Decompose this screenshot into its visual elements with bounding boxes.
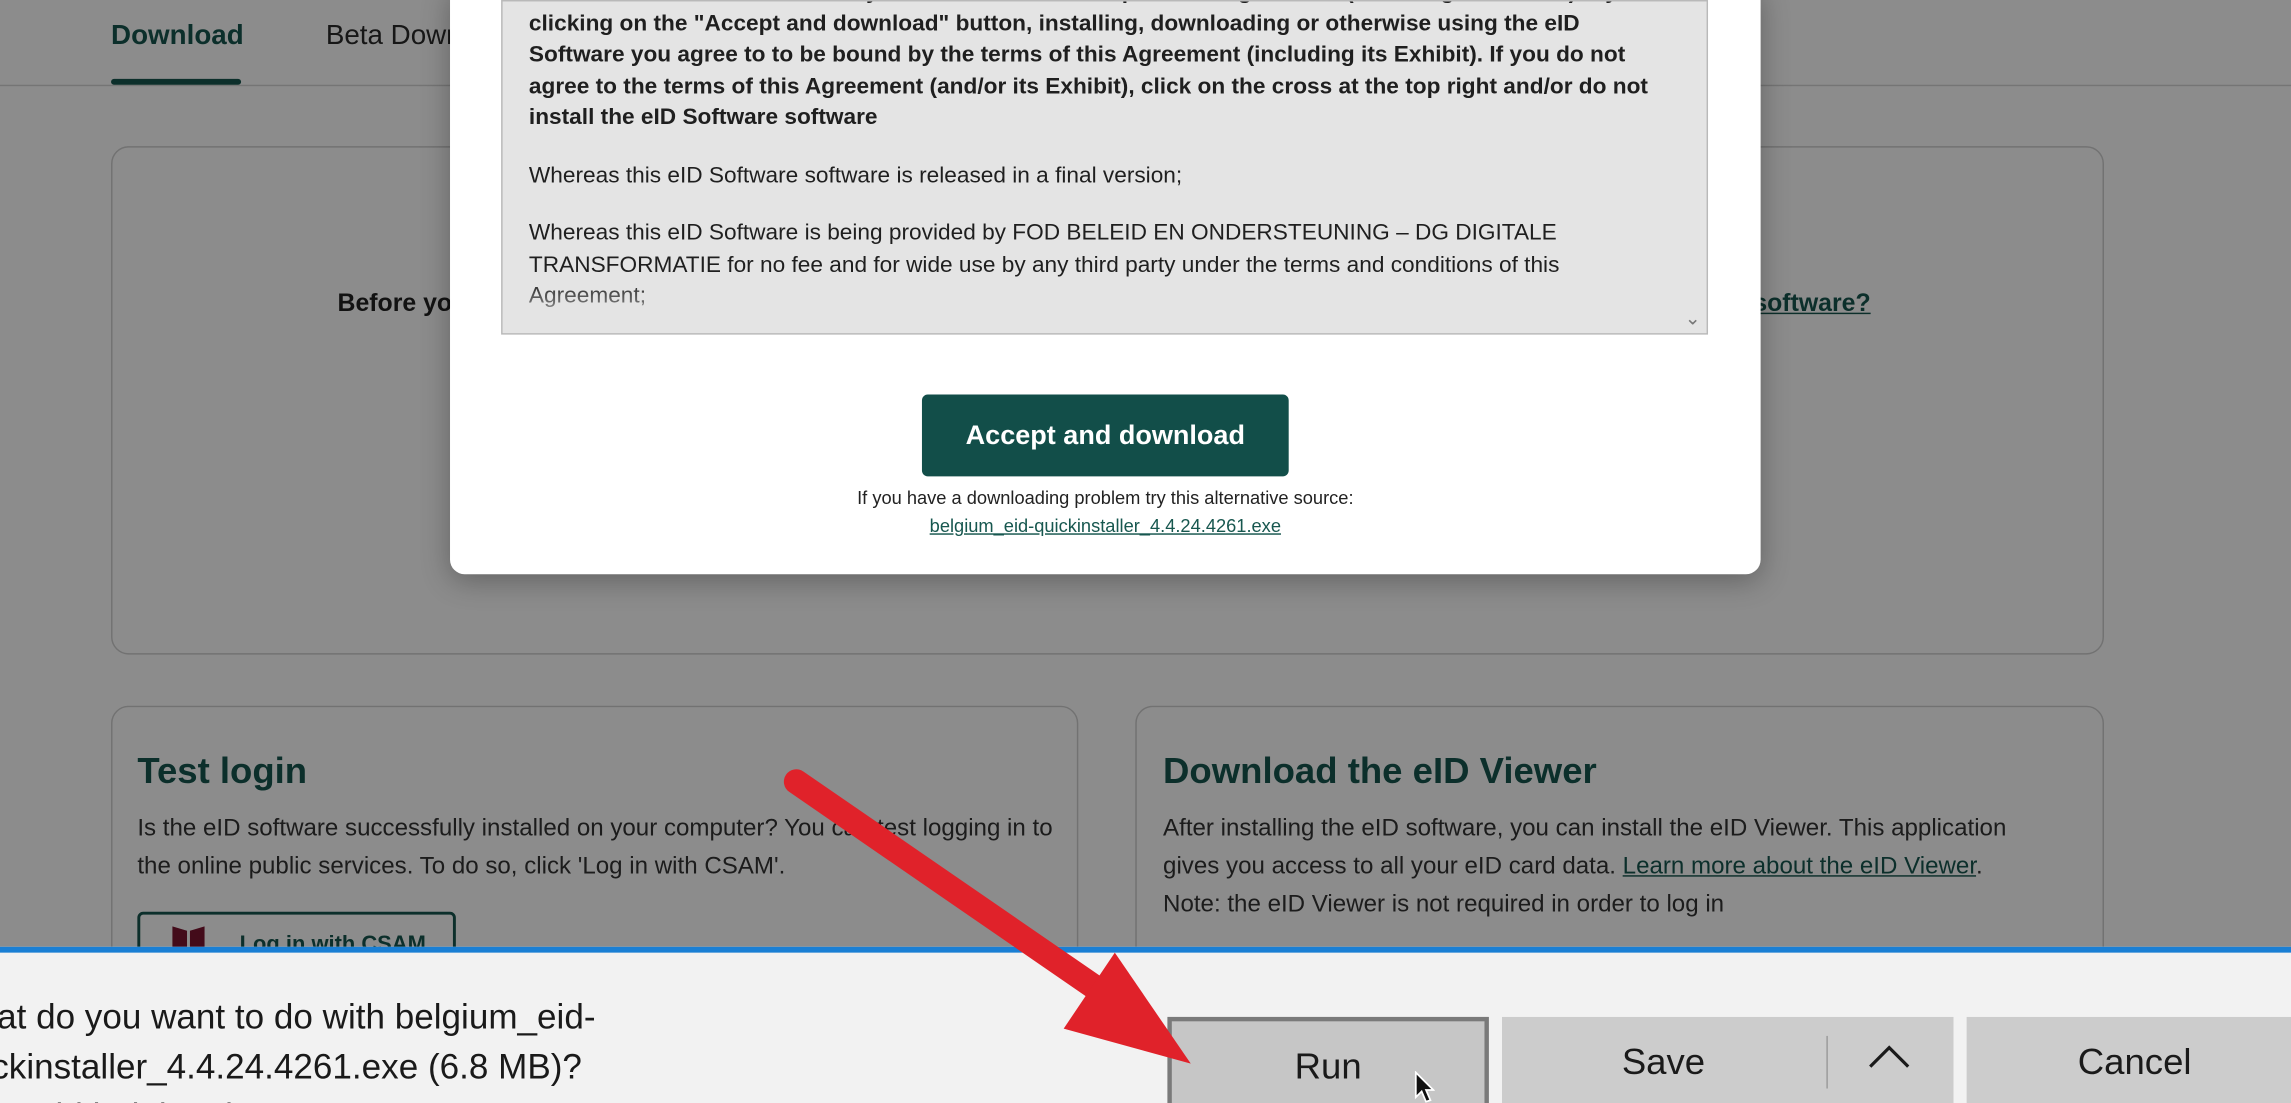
- accept-and-download-button[interactable]: Accept and download: [921, 394, 1289, 477]
- license-fade: [502, 280, 1707, 334]
- license-agreement-scrollbox[interactable]: the eID Software software until you have…: [501, 0, 1709, 335]
- download-prompt-line-2: quickinstaller_4.4.24.4261.exe (6.8 MB)?: [0, 1047, 582, 1088]
- mouse-pointer-icon: [1414, 1070, 1435, 1103]
- save-divider: [1826, 1035, 1828, 1089]
- cancel-button[interactable]: Cancel: [1966, 1016, 2291, 1103]
- run-label: Run: [1294, 1046, 1362, 1088]
- alternative-source-link[interactable]: belgium_eid-quickinstaller_4.4.24.4261.e…: [450, 516, 1761, 536]
- scroll-down-icon[interactable]: ⌄: [1685, 307, 1701, 330]
- download-prompt-message: What do you want to do with belgium_eid-…: [0, 994, 596, 1103]
- alternative-source-text: If you have a downloading problem try th…: [857, 488, 1354, 509]
- save-button[interactable]: Save: [1502, 1016, 1954, 1103]
- download-prompt-line-3: From eid.belgium.be: [0, 1093, 596, 1103]
- run-button[interactable]: Run: [1167, 1016, 1489, 1103]
- license-paragraph: the eID Software software until you have…: [528, 1, 1648, 131]
- download-prompt-line-1: What do you want to do with belgium_eid-: [0, 997, 596, 1038]
- save-label: Save: [1621, 1041, 1706, 1083]
- download-notification-bar: What do you want to do with belgium_eid-…: [0, 946, 2291, 1103]
- license-modal: the eID Software software until you have…: [450, 0, 1761, 575]
- license-paragraph: Whereas this eID Software software is re…: [528, 162, 1183, 188]
- chevron-up-icon[interactable]: [1867, 1042, 1911, 1071]
- cancel-label: Cancel: [2077, 1041, 2192, 1083]
